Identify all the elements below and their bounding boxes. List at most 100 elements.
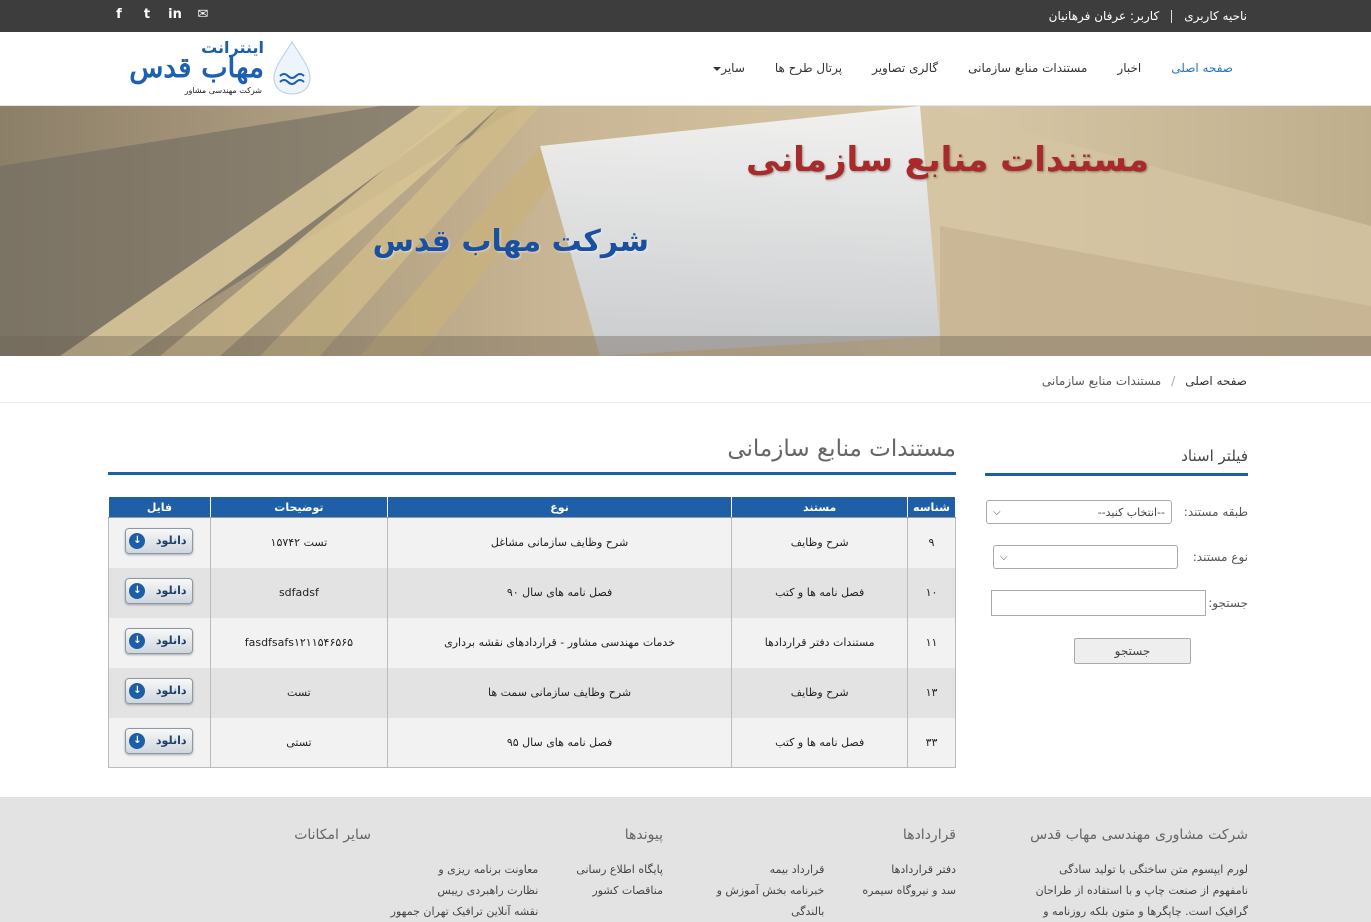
cell-file: ↓ دانلود (108, 567, 211, 618)
footer-link[interactable]: پایگاه اطلاع رسانی (576, 859, 663, 880)
email-icon[interactable]: ✉ (196, 7, 210, 22)
footer-link[interactable]: نظارت راهبردی رییس (391, 880, 538, 901)
cell-id: ۱۱ (907, 617, 956, 668)
social-links: f t in ✉ (112, 7, 210, 22)
breadcrumb-current: مستندات منابع سازمانی (1041, 374, 1162, 388)
download-button[interactable]: ↓ دانلود (125, 678, 194, 704)
table-row: ۱۳ شرح وظایف شرح وظایف سازمانی سمت ها تس… (108, 667, 956, 718)
logo-main-text: مهاب قدس (129, 51, 265, 84)
footer-link[interactable]: معاونت برنامه ریزی و (391, 859, 538, 880)
current-user-label[interactable]: کاربر: عرفان فرهانیان (1049, 9, 1160, 23)
cell-id: ۹ (907, 517, 956, 568)
linkedin-icon[interactable]: in (168, 7, 182, 22)
download-label: دانلود (155, 733, 187, 747)
footer-about-title: شرکت مشاوری مهندسی مهاب قدس (1030, 827, 1248, 843)
water-drop-logo-icon (273, 41, 311, 95)
site-logo[interactable]: اینترانت مهاب قدس شرکت مهندسی مشاور (112, 38, 312, 100)
category-row: طبقه مستند: --انتخاب کنید-- ⌵ (986, 500, 1248, 524)
footer-link[interactable]: دفتر قراردادها (862, 859, 956, 880)
document-filter: فیلتر اسناد طبقه مستند: --انتخاب کنید-- … (985, 445, 1248, 664)
banner-subtitle: شرکت مهاب قدس (372, 224, 649, 259)
breadcrumb-bar: صفحه اصلی / مستندات منابع سازمانی (0, 356, 1371, 403)
cell-file: ↓ دانلود (108, 517, 211, 568)
banner-file-folders-image (0, 106, 1371, 356)
cell-file: ↓ دانلود (108, 667, 211, 718)
cell-description: تستی (209, 717, 388, 768)
breadcrumb-separator: / (1171, 374, 1176, 388)
footer-other-title: سایر امکانات (294, 827, 371, 843)
search-input[interactable] (991, 590, 1206, 616)
nav-item-documents[interactable]: مستندات منابع سازمانی (968, 61, 1087, 75)
footer-link[interactable]: خبرنامه بخش آموزش و (717, 880, 825, 901)
footer-links-list: پایگاه اطلاع رسانی معاونت برنامه ریزی و … (391, 859, 663, 922)
category-select-value: --انتخاب کنید-- (1097, 505, 1165, 519)
cell-document: شرح وظایف (731, 667, 909, 718)
table-row: ۹ شرح وظایف شرح وظایف سازمانی مشاغل تست … (108, 517, 956, 568)
cell-type: خدمات مهندسی مشاور - قراردادهای نقشه برد… (386, 617, 733, 668)
download-button[interactable]: ↓ دانلود (125, 727, 194, 754)
user-area-link[interactable]: ناحیه کاربری (1184, 9, 1247, 23)
table-row: ۱۰ فصل نامه ها و کتب فصل نامه های سال ۹۰… (108, 567, 956, 618)
download-label: دانلود (155, 684, 187, 697)
footer-link[interactable]: سد و نیروگاه سیمره (862, 880, 956, 901)
twitter-icon[interactable]: t (140, 7, 154, 22)
facebook-icon[interactable]: f (112, 7, 126, 22)
search-button[interactable]: جستجو (1074, 638, 1191, 664)
type-row: نوع مستند: ⌵ (993, 545, 1248, 569)
footer-link (576, 901, 663, 922)
nav-item-news[interactable]: اخبار (1117, 61, 1141, 75)
nav-item-projects-portal[interactable]: پرتال طرح ها (775, 61, 842, 75)
download-arrow-icon: ↓ (129, 533, 146, 550)
cell-type: فصل نامه های سال ۹۵ (386, 717, 733, 768)
banner-title: مستندات منابع سازمانی (746, 140, 1149, 180)
search-row: جستجو: (991, 590, 1248, 616)
download-button[interactable]: ↓ دانلود (125, 628, 194, 654)
cell-id: ۳۳ (907, 717, 956, 768)
col-header-file: فایل (108, 496, 211, 518)
footer-link[interactable]: بالندگی (717, 901, 824, 922)
footer-link (862, 901, 956, 922)
nav-item-gallery[interactable]: گالری تصاویر (872, 61, 938, 75)
table-row: ۳۳ فصل نامه ها و کتب فصل نامه های سال ۹۵… (108, 717, 956, 768)
footer-link[interactable]: قرارداد بیمه (717, 859, 825, 880)
hero-banner: مستندات منابع سازمانی شرکت مهاب قدس (0, 106, 1371, 356)
nav-item-home[interactable]: صفحه اصلی (1171, 61, 1233, 75)
nav-item-other-dropdown[interactable]: سایر (710, 61, 745, 75)
table-row: ۱۱ مستندات دفتر قراردادها خدمات مهندسی م… (108, 617, 956, 668)
cell-id: ۱۰ (907, 567, 956, 618)
download-button[interactable]: ↓ دانلود (125, 528, 194, 555)
category-label: طبقه مستند: (1183, 505, 1248, 519)
cell-document: فصل نامه ها و کتب (731, 567, 909, 618)
cell-description: sdfadsf (209, 567, 388, 618)
footer-contracts-list: دفتر قراردادها قرارداد بیمه سد و نیروگاه… (717, 859, 956, 922)
breadcrumb-home[interactable]: صفحه اصلی (1185, 374, 1247, 388)
type-select[interactable]: ⌵ (993, 545, 1178, 569)
documents-table: شناسه مستند نوع توضیحات فایل ۹ شرح وظایف… (108, 496, 956, 768)
footer-link[interactable]: نقشه آنلاین ترافیک تهران جمهور (391, 901, 539, 922)
cell-description: تست ۱۵۷۴۲ (209, 517, 388, 568)
footer-about: شرکت مشاوری مهندسی مهاب قدس لورم ایپسوم … (1023, 827, 1248, 922)
chevron-down-icon: ⌵ (993, 506, 1001, 518)
col-header-id: شناسه (907, 496, 956, 518)
footer-links-title: پیوندها (624, 827, 663, 843)
site-header: اینترانت مهاب قدس شرکت مهندسی مشاور صفحه… (0, 32, 1371, 106)
col-header-type: نوع (386, 496, 733, 518)
footer-other: سایر امکانات (294, 827, 371, 859)
user-area: ناحیه کاربری کاربر: عرفان فرهانیان (1049, 9, 1247, 23)
filter-title: فیلتر اسناد (985, 445, 1248, 476)
footer-links: پیوندها پایگاه اطلاع رسانی معاونت برنامه… (391, 827, 663, 922)
divider (1171, 9, 1173, 23)
download-arrow-icon: ↓ (129, 633, 146, 649)
col-header-description: توضیحات (209, 496, 388, 518)
table-header-row: شناسه مستند نوع توضیحات فایل (108, 496, 956, 518)
download-arrow-icon: ↓ (129, 732, 146, 749)
download-button[interactable]: ↓ دانلود (125, 578, 194, 604)
search-label: جستجو: (1208, 596, 1248, 610)
footer-link[interactable]: مناقصات کشور (576, 880, 663, 901)
page-title: مستندات منابع سازمانی (727, 436, 956, 462)
cell-type: فصل نامه های سال ۹۰ (386, 567, 733, 618)
category-select[interactable]: --انتخاب کنید-- ⌵ (986, 500, 1172, 524)
footer-contracts: قراردادها دفتر قراردادها قرارداد بیمه سد… (717, 827, 956, 922)
top-bar: ناحیه کاربری کاربر: عرفان فرهانیان f t i… (0, 0, 1371, 32)
footer-contracts-title: قراردادها (902, 827, 956, 843)
